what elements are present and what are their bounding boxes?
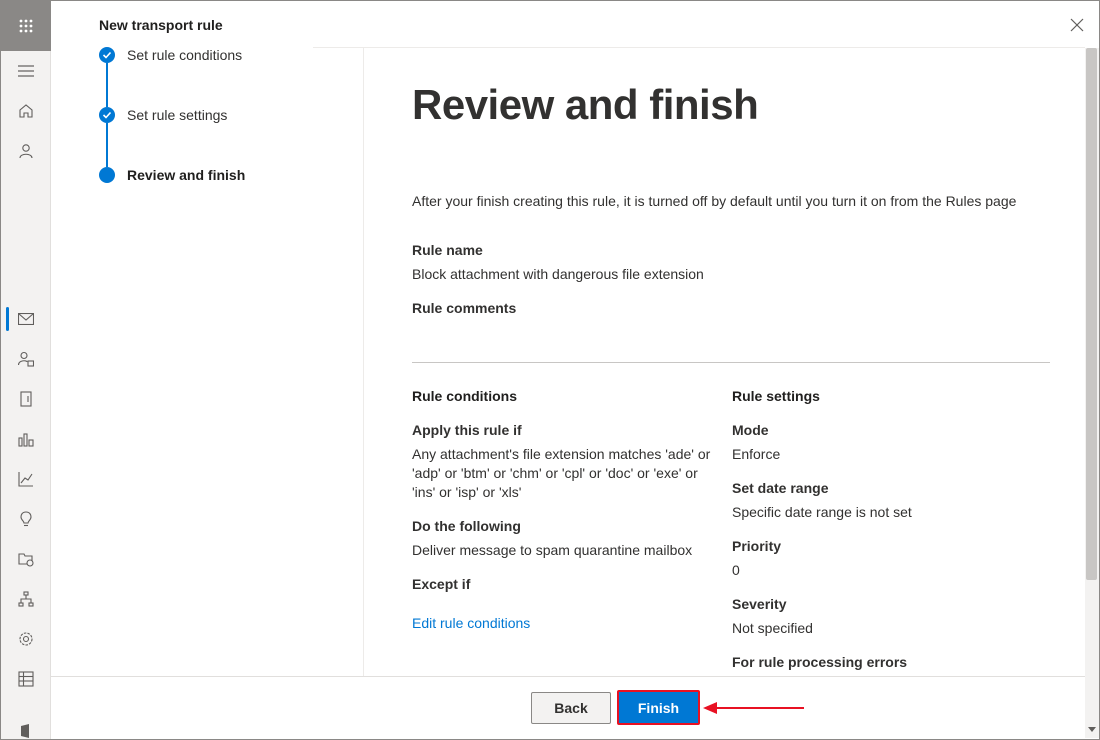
step-label: Set rule settings	[127, 107, 228, 123]
severity-value: Not specified	[732, 620, 813, 636]
scroll-down-icon[interactable]	[1087, 725, 1097, 735]
step-connector	[106, 63, 108, 107]
wizard-nav-divider	[363, 48, 364, 676]
mode-label: Mode	[732, 422, 769, 438]
do-the-following-label: Do the following	[412, 518, 521, 534]
back-button[interactable]: Back	[531, 692, 611, 724]
priority-label: Priority	[732, 538, 782, 554]
step-label: Review and finish	[127, 167, 246, 183]
panel-title: New transport rule	[99, 17, 223, 33]
rule-settings-title: Rule settings	[732, 388, 820, 404]
window: New transport rule Set rule conditions S…	[0, 0, 1100, 740]
header-divider	[313, 47, 1085, 48]
active-indicator	[6, 307, 9, 331]
do-the-following-value: Deliver message to spam quarantine mailb…	[412, 542, 693, 558]
date-range-label: Set date range	[732, 480, 829, 496]
apply-rule-if-line: 'adp' or 'btm' or 'chm' or 'cpl' or 'doc…	[412, 465, 698, 481]
rule-errors-label: For rule processing errors	[732, 654, 908, 670]
reports-icon[interactable]	[14, 427, 38, 451]
scrollbar-thumb[interactable]	[1086, 48, 1097, 580]
lightbulb-icon[interactable]	[14, 507, 38, 531]
left-nav-rail	[1, 1, 51, 739]
user-icon[interactable]	[14, 139, 38, 163]
apply-rule-if-line: Any attachment's file extension matches …	[412, 446, 711, 462]
user-lock-icon[interactable]	[14, 347, 38, 371]
step-label: Set rule conditions	[127, 47, 243, 63]
checkmark-icon	[99, 47, 115, 63]
office-icon[interactable]	[14, 719, 38, 739]
rule-name-value: Block attachment with dangerous file ext…	[412, 266, 704, 282]
checkmark-icon	[99, 107, 115, 123]
mobile-icon[interactable]	[14, 387, 38, 411]
red-arrow-annotation	[701, 698, 805, 723]
waffle-icon[interactable]	[1, 1, 51, 51]
rule-conditions-title: Rule conditions	[412, 388, 517, 404]
intro-text: After your finish creating this rule, it…	[412, 193, 1017, 209]
chart-icon[interactable]	[14, 467, 38, 491]
date-range-value: Specific date range is not set	[732, 504, 912, 520]
settings-icon[interactable]	[14, 627, 38, 651]
apply-rule-if-line: 'ins' or 'isp' or 'xls'	[412, 484, 522, 500]
rule-comments-label: Rule comments	[412, 300, 517, 316]
priority-value: 0	[732, 562, 740, 578]
home-icon[interactable]	[14, 99, 38, 123]
mail-icon[interactable]	[14, 307, 38, 331]
step-review-and-finish[interactable]: Review and finish	[99, 167, 245, 183]
apply-rule-if-label: Apply this rule if	[412, 422, 522, 438]
except-if-label: Except if	[412, 576, 471, 592]
page-heading: Review and finish	[412, 81, 759, 128]
current-step-dot-icon	[99, 167, 115, 183]
close-icon[interactable]	[1067, 15, 1087, 35]
edit-rule-conditions-link[interactable]: Edit rule conditions	[412, 615, 530, 631]
finish-button[interactable]: Finish	[617, 690, 700, 725]
table-icon[interactable]	[14, 667, 38, 691]
mode-value: Enforce	[732, 446, 781, 462]
severity-label: Severity	[732, 596, 787, 612]
rule-name-label: Rule name	[412, 242, 483, 258]
folder-globe-icon[interactable]	[14, 547, 38, 571]
section-divider	[412, 362, 1050, 363]
step-set-rule-conditions[interactable]: Set rule conditions	[99, 47, 242, 63]
step-connector	[106, 123, 108, 167]
menu-icon[interactable]	[14, 59, 38, 83]
org-chart-icon[interactable]	[14, 587, 38, 611]
step-set-rule-settings[interactable]: Set rule settings	[99, 107, 227, 123]
